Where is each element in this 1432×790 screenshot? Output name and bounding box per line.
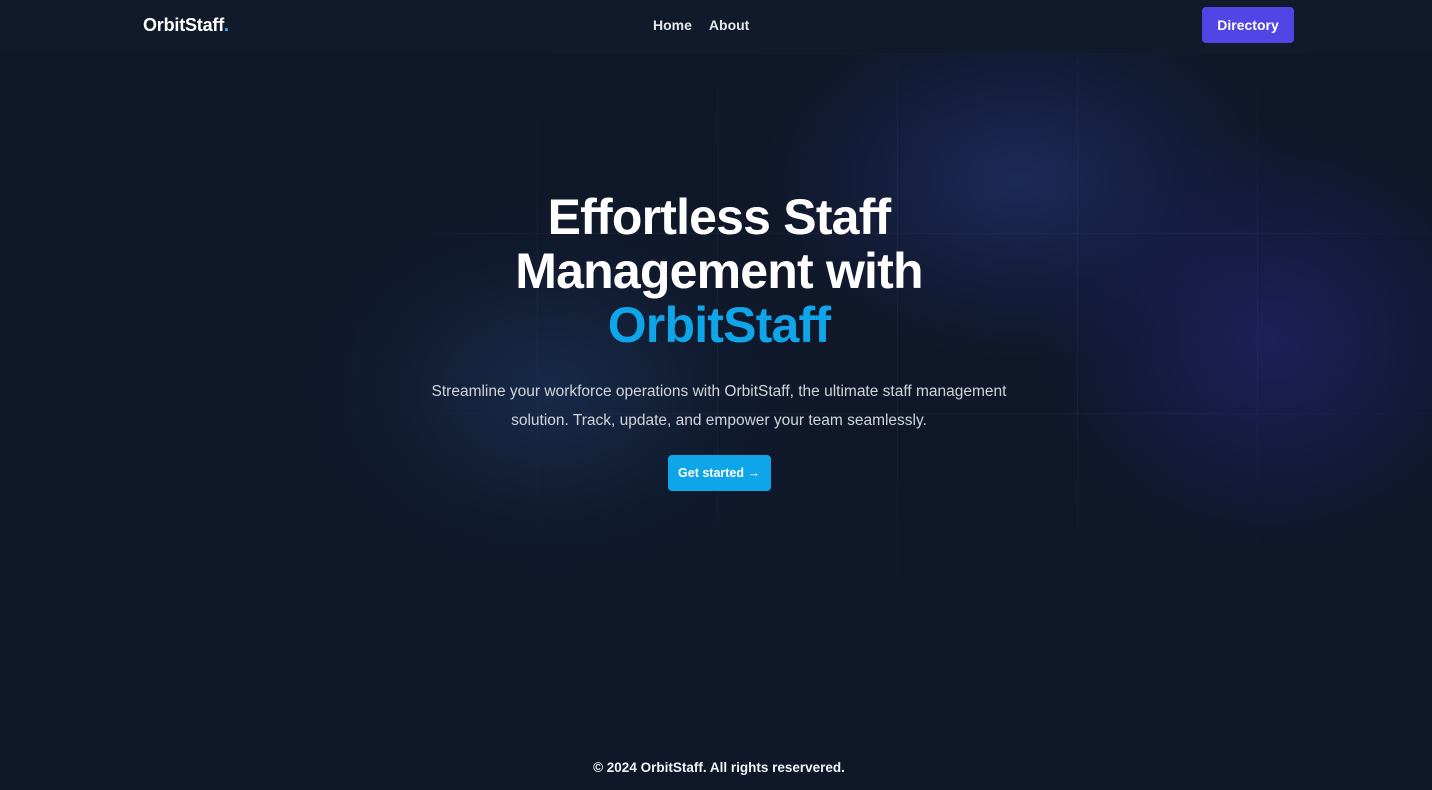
- footer-copyright: © 2024 OrbitStaff. All rights reservered…: [593, 760, 845, 775]
- logo[interactable]: OrbitStaff.: [143, 15, 229, 36]
- hero-subtitle-line-1: Streamline your workforce operations wit…: [431, 383, 1007, 400]
- nav-links: Home About: [653, 17, 749, 33]
- landing-page: OrbitStaff. Home About Directory Effortl…: [0, 0, 1432, 790]
- hero-section: Effortless Staff Management with OrbitSt…: [0, 190, 1432, 491]
- logo-dot: .: [224, 15, 229, 35]
- nav-link-about[interactable]: About: [709, 17, 749, 33]
- directory-button[interactable]: Directory: [1202, 7, 1294, 43]
- footer: © 2024 OrbitStaff. All rights reservered…: [0, 760, 1432, 775]
- get-started-button[interactable]: Get started →: [667, 455, 771, 491]
- nav-link-home[interactable]: Home: [653, 17, 692, 33]
- hero-title-accent: OrbitStaff: [607, 297, 831, 353]
- hero-subtitle-line-2: solution. Track, update, and empower you…: [511, 412, 927, 429]
- navbar: OrbitStaff. Home About Directory: [0, 0, 1432, 53]
- hero-subtitle: Streamline your workforce operations wit…: [409, 377, 1029, 435]
- hero-title-line-2: Management with: [515, 243, 923, 299]
- hero-title-line-1: Effortless Staff: [547, 189, 892, 245]
- hero-title: Effortless Staff Management with OrbitSt…: [0, 190, 1432, 352]
- logo-text: OrbitStaff: [143, 15, 224, 35]
